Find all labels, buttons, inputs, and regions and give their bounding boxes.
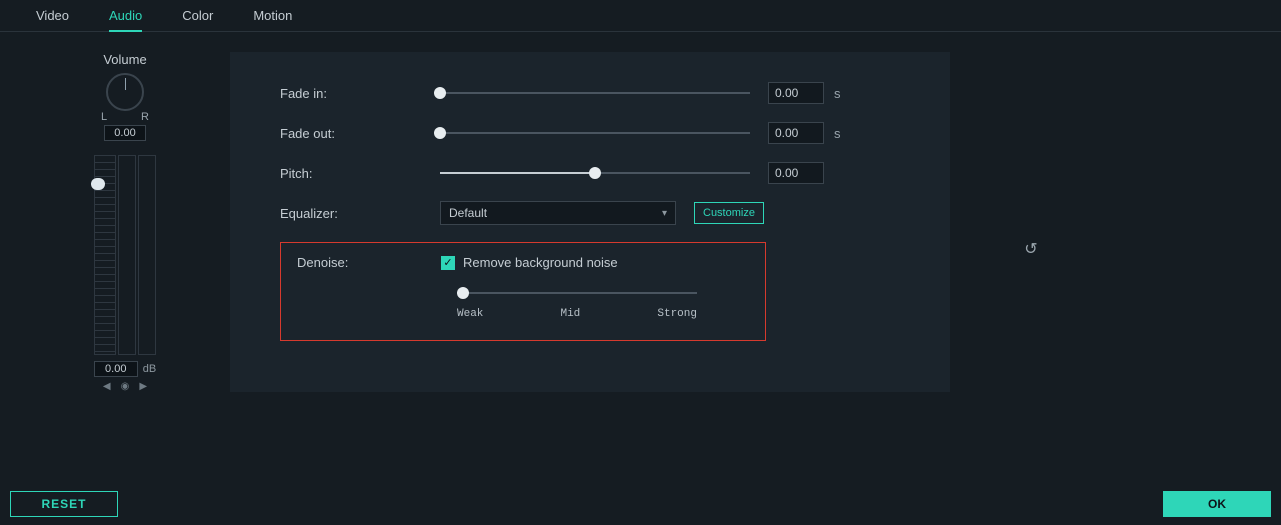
transport-prev-icon[interactable]: ◀ [103,381,111,392]
denoise-strength-slider[interactable] [457,292,697,294]
volume-scale[interactable] [94,155,116,355]
fade-in-slider[interactable] [440,92,750,94]
fade-out-input[interactable]: 0.00 [768,122,824,144]
fade-out-label: Fade out: [280,126,440,141]
equalizer-label: Equalizer: [280,206,440,221]
denoise-weak-label: Weak [457,308,483,320]
reset-icon[interactable]: ↺ [1022,240,1040,258]
pan-value[interactable]: 0.00 [104,125,146,141]
pitch-label: Pitch: [280,166,440,181]
fade-in-thumb[interactable] [434,87,446,99]
denoise-strength-thumb[interactable] [457,287,469,299]
pitch-slider[interactable] [440,172,750,174]
volume-label: Volume [103,52,146,67]
tab-audio[interactable]: Audio [109,8,142,32]
equalizer-selected: Default [449,206,487,220]
fade-out-unit: s [834,126,841,141]
pan-right-mark: R [141,111,149,123]
transport-stop-icon[interactable]: ◉ [121,381,130,392]
chevron-down-icon: ▾ [662,208,667,219]
fade-in-unit: s [834,86,841,101]
volume-scale-handle[interactable] [91,178,105,190]
tab-bar: Video Audio Color Motion [0,0,1281,32]
fade-in-label: Fade in: [280,86,440,101]
tab-color[interactable]: Color [182,8,213,31]
audio-settings-panel: Fade in: 0.00 s Fade out: 0.00 s Pitch: [230,52,950,392]
denoise-strong-label: Strong [657,308,697,320]
ok-button[interactable]: OK [1163,491,1271,517]
denoise-checkbox-label[interactable]: Remove background noise [463,255,618,270]
pan-left-mark: L [101,111,107,123]
db-unit: dB [143,363,156,375]
equalizer-select[interactable]: Default ▾ [440,201,676,225]
level-meter-right [138,155,156,355]
fade-out-thumb[interactable] [434,127,446,139]
tab-motion[interactable]: Motion [253,8,292,31]
reset-button[interactable]: RESET [10,491,118,517]
denoise-mid-label: Mid [560,308,580,320]
db-value[interactable]: 0.00 [94,361,138,377]
denoise-label: Denoise: [297,255,441,270]
denoise-checkbox[interactable]: ✓ [441,256,455,270]
pitch-input[interactable]: 0.00 [768,162,824,184]
equalizer-customize-button[interactable]: Customize [694,202,764,224]
volume-panel: Volume L R 0.00 0.00 dB ◀ ◉ ▶ [60,52,190,392]
pitch-thumb[interactable] [589,167,601,179]
fade-in-input[interactable]: 0.00 [768,82,824,104]
transport-next-icon[interactable]: ▶ [139,381,147,392]
fade-out-slider[interactable] [440,132,750,134]
level-meter-left [118,155,136,355]
denoise-section: Denoise: ✓ Remove background noise Weak … [280,242,766,341]
tab-video[interactable]: Video [36,8,69,31]
pan-knob[interactable] [106,73,144,111]
